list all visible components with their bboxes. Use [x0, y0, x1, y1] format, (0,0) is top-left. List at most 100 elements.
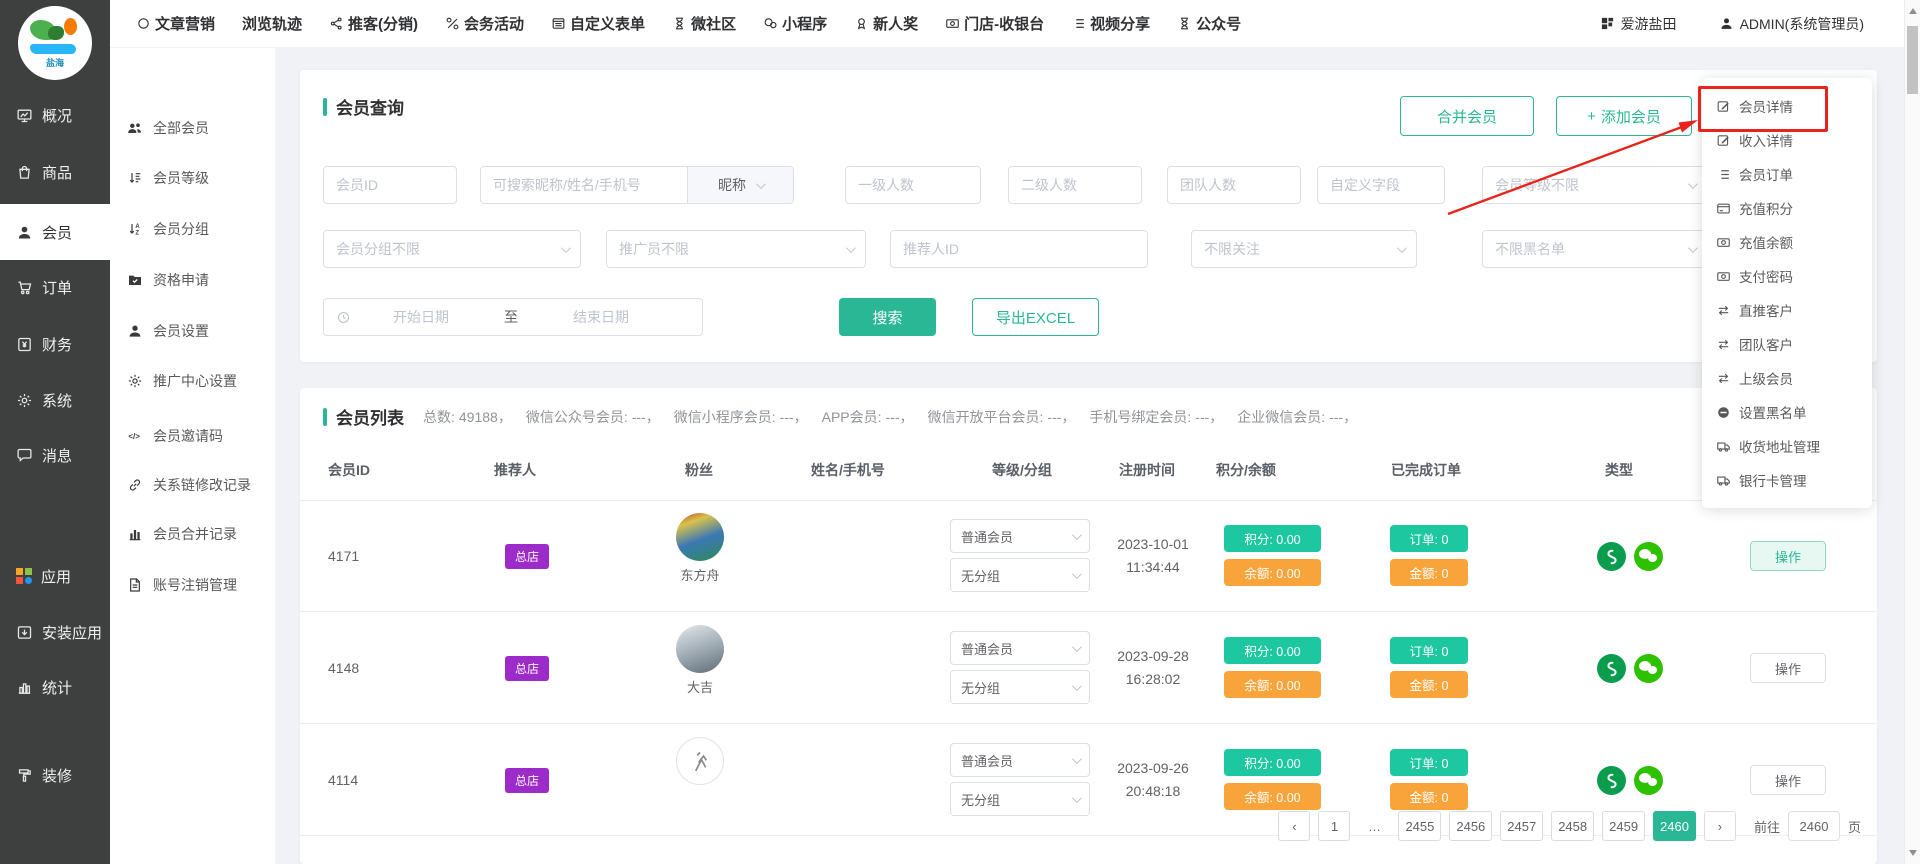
- menu-team-customers[interactable]: 团队客户: [1702, 327, 1872, 361]
- action-button[interactable]: 操作: [1750, 765, 1826, 795]
- sidebar-item-label: 应用: [41, 566, 71, 587]
- menu-set-blacklist[interactable]: 设置黑名单: [1702, 395, 1872, 429]
- select-value: 普通会员: [961, 527, 1013, 546]
- next-page-button[interactable]: ›: [1704, 811, 1736, 841]
- sidebar-item-decoration[interactable]: 装修: [0, 751, 110, 799]
- member-stats: 总数:49188， 微信公众号会员:---， 微信小程序会员:---， APP会…: [423, 407, 1357, 427]
- menu-recharge-balance[interactable]: 充值余额: [1702, 225, 1872, 259]
- menu-member-orders[interactable]: 会员订单: [1702, 157, 1872, 191]
- page-button[interactable]: 1: [1318, 811, 1350, 841]
- follow-filter-select[interactable]: 不限关注: [1191, 230, 1417, 268]
- submenu-member-invite-code[interactable]: 会员邀请码: [110, 416, 275, 456]
- merge-member-button[interactable]: 合并会员: [1400, 96, 1534, 136]
- submenu-member-level[interactable]: 会员等级: [110, 158, 275, 198]
- nav-video-share[interactable]: 视频分享: [1071, 13, 1150, 34]
- nav-store-cashier[interactable]: 门店-收银台: [945, 13, 1044, 34]
- submenu-promotion-center-settings[interactable]: 推广中心设置: [110, 361, 275, 401]
- column-header: 粉丝: [685, 460, 713, 480]
- group-select[interactable]: 无分组: [950, 782, 1090, 816]
- sidebar-item-finance[interactable]: 财务: [0, 320, 110, 368]
- page-button[interactable]: 2458: [1551, 811, 1594, 841]
- workspace-switcher[interactable]: 爱游盐田: [1600, 14, 1677, 34]
- prev-page-button[interactable]: ‹: [1278, 811, 1310, 841]
- page-ellipsis[interactable]: …: [1358, 811, 1390, 841]
- scroll-up-arrow[interactable]: [1909, 8, 1917, 14]
- folder-check-icon: [127, 272, 143, 288]
- custom-field-input[interactable]: [1317, 166, 1445, 204]
- page-button[interactable]: 2457: [1500, 811, 1543, 841]
- menu-superior-member[interactable]: 上级会员: [1702, 361, 1872, 395]
- team-count-input[interactable]: [1167, 166, 1301, 204]
- level-select[interactable]: 普通会员: [950, 519, 1090, 553]
- submenu-member-settings[interactable]: 会员设置: [110, 311, 275, 351]
- menu-member-detail[interactable]: 会员详情: [1702, 89, 1872, 123]
- sidebar-item-statistics[interactable]: 统计: [0, 663, 110, 711]
- blacklist-filter-select[interactable]: 不限黑名单: [1482, 230, 1708, 268]
- sidebar-item-member[interactable]: 会员: [0, 204, 110, 260]
- chain-link-icon: [127, 477, 143, 493]
- date-range-picker[interactable]: 开始日期 至 结束日期: [323, 298, 703, 336]
- level-select[interactable]: 普通会员: [950, 631, 1090, 665]
- nav-conference-activity[interactable]: 会务活动: [445, 13, 524, 34]
- level-group-cell: 普通会员 无分组: [950, 519, 1090, 592]
- scroll-down-arrow[interactable]: [1909, 850, 1917, 856]
- stat-item: 手机号绑定会员:---，: [1089, 407, 1223, 427]
- referrer-id-input[interactable]: [890, 230, 1148, 268]
- search-type-select[interactable]: 昵称: [687, 167, 793, 203]
- nav-micro-community[interactable]: 微社区: [672, 13, 736, 34]
- nav-distribution[interactable]: 推客(分销): [329, 13, 418, 34]
- chevron-down-icon: [1397, 243, 1407, 253]
- action-button[interactable]: 操作: [1750, 653, 1826, 683]
- nav-article-marketing[interactable]: 文章营销: [136, 13, 215, 34]
- nav-newcomer-award[interactable]: 新人奖: [854, 13, 918, 34]
- scroll-thumb[interactable]: [1907, 26, 1918, 94]
- sidebar-item-system[interactable]: 系统: [0, 376, 110, 424]
- submenu-relation-chain-records[interactable]: 关系链修改记录: [110, 465, 275, 505]
- sidebar-item-goods[interactable]: 商品: [0, 148, 110, 196]
- sidebar-item-message[interactable]: 消息: [0, 431, 110, 479]
- goto-page-input[interactable]: [1788, 811, 1840, 841]
- page-button-active[interactable]: 2460: [1653, 811, 1696, 841]
- add-member-button[interactable]: +添加会员: [1556, 96, 1692, 136]
- action-button[interactable]: 操作: [1750, 541, 1826, 571]
- keyword-search-input[interactable]: [481, 167, 687, 203]
- member-id-input[interactable]: [323, 166, 457, 204]
- sidebar-item-overview[interactable]: 概况: [0, 91, 110, 139]
- member-grade-select[interactable]: 会员等级不限: [1482, 166, 1708, 204]
- menu-bank-card[interactable]: 银行卡管理: [1702, 463, 1872, 497]
- group-select[interactable]: 无分组: [950, 670, 1090, 704]
- search-button[interactable]: 搜索: [839, 298, 936, 336]
- nav-browse-track[interactable]: 浏览轨迹: [242, 13, 302, 34]
- page-button[interactable]: 2455: [1398, 811, 1441, 841]
- submenu-member-group[interactable]: 会员分组: [110, 209, 275, 249]
- level1-count-input[interactable]: [845, 166, 981, 204]
- submenu-all-members[interactable]: 全部会员: [110, 108, 275, 148]
- menu-label: 团队客户: [1739, 334, 1793, 354]
- form-icon: [551, 16, 566, 31]
- column-header: 积分/余额: [1216, 460, 1276, 480]
- sidebar-item-order[interactable]: 订单: [0, 263, 110, 311]
- menu-recharge-points[interactable]: 充值积分: [1702, 191, 1872, 225]
- export-excel-button[interactable]: 导出EXCEL: [972, 298, 1099, 336]
- promoter-select[interactable]: 推广员不限: [606, 230, 866, 268]
- sidebar-item-install-apps[interactable]: 安装应用: [0, 608, 110, 656]
- nav-mini-program[interactable]: 小程序: [763, 13, 827, 34]
- submenu-qualification-apply[interactable]: 资格申请: [110, 260, 275, 300]
- submenu-member-merge-records[interactable]: 会员合并记录: [110, 514, 275, 554]
- page-button[interactable]: 2459: [1602, 811, 1645, 841]
- menu-payment-password[interactable]: 支付密码: [1702, 259, 1872, 293]
- user-menu[interactable]: ADMIN(系统管理员): [1719, 14, 1864, 34]
- menu-direct-customers[interactable]: 直推客户: [1702, 293, 1872, 327]
- nav-custom-form[interactable]: 自定义表单: [551, 13, 645, 34]
- level2-count-input[interactable]: [1008, 166, 1142, 204]
- level-select[interactable]: 普通会员: [950, 743, 1090, 777]
- menu-shipping-address[interactable]: 收货地址管理: [1702, 429, 1872, 463]
- menu-income-detail[interactable]: 收入详情: [1702, 123, 1872, 157]
- sidebar-item-apps[interactable]: 应用: [0, 552, 110, 600]
- submenu-account-cancellation[interactable]: 账号注销管理: [110, 565, 275, 605]
- nav-official-account[interactable]: 公众号: [1177, 13, 1241, 34]
- member-group-select[interactable]: 会员分组不限: [323, 230, 581, 268]
- select-value: 昵称: [718, 175, 746, 195]
- group-select[interactable]: 无分组: [950, 558, 1090, 592]
- page-button[interactable]: 2456: [1449, 811, 1492, 841]
